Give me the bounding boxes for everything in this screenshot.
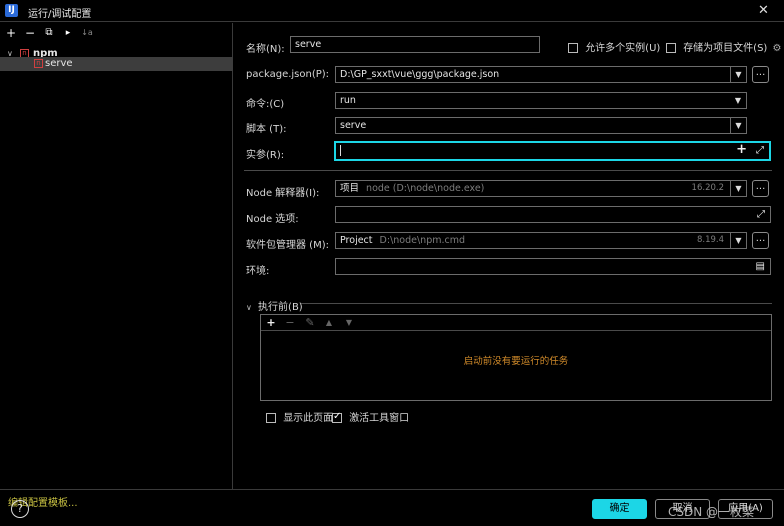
allow-multiple-label: 允许多个实例(U) — [585, 43, 661, 54]
npm-version: 8.19.4 — [696, 235, 724, 245]
browse-button[interactable]: ... — [752, 66, 769, 83]
checkbox-box[interactable] — [666, 43, 676, 53]
gear-icon[interactable]: ⚙ — [773, 43, 782, 54]
name-label: 名称(N): — [246, 44, 285, 55]
command-value: run — [340, 95, 356, 106]
activate-tool-label: 激活工具窗口 — [349, 413, 410, 424]
tree-item-serve[interactable]: n serve — [0, 57, 233, 71]
name-input[interactable]: serve — [290, 36, 540, 53]
remove-icon[interactable]: − — [23, 26, 37, 40]
chevron-down-icon[interactable]: ▼ — [730, 181, 746, 196]
chevron-down-icon[interactable]: ▼ — [730, 233, 746, 248]
env-label: 环境: — [246, 266, 270, 277]
args-input[interactable]: + ⤢ — [334, 141, 771, 161]
browse-button[interactable]: ... — [752, 180, 769, 197]
package-json-value: D:\GP_sxxt\vue\ggg\package.json — [340, 69, 500, 80]
sort-icon[interactable]: ↓a — [80, 26, 94, 40]
store-as-project-checkbox[interactable]: 存储为项目文件(S) ⚙ — [666, 39, 782, 54]
node-interpreter-combo[interactable]: 项目 node (D:\node\node.exe) 16.20.2 ▼ — [335, 180, 747, 197]
text-caret — [340, 145, 341, 156]
chevron-down-icon[interactable]: ▼ — [730, 93, 746, 108]
close-icon[interactable]: ✕ — [758, 3, 769, 18]
show-page-checkbox[interactable]: 显示此页面 — [266, 409, 333, 424]
script-value: serve — [340, 120, 367, 131]
expand-icon[interactable]: ⤢ — [757, 207, 765, 222]
script-label: 脚本 (T): — [246, 124, 287, 135]
env-input[interactable]: ▤ — [335, 258, 771, 275]
plus-icon[interactable]: + — [736, 142, 747, 157]
checkmark-icon: ✓ — [333, 411, 342, 422]
package-manager-label: 软件包管理器 (M): — [246, 240, 329, 251]
add-icon[interactable]: + — [264, 316, 278, 329]
before-launch-header[interactable]: ∨ 执行前(B) — [246, 298, 303, 313]
activate-tool-checkbox[interactable]: ✓ 激活工具窗口 — [332, 409, 409, 424]
add-icon[interactable]: + — [4, 26, 18, 40]
copy-icon[interactable]: ⧉ — [42, 26, 56, 40]
node-options-label: Node 选项: — [246, 214, 299, 225]
remove-icon[interactable]: − — [283, 316, 297, 329]
command-label: 命令:(C) — [246, 99, 285, 110]
command-combo[interactable]: run ▼ — [335, 92, 747, 109]
package-manager-prefix: Project — [340, 235, 373, 246]
package-json-label: package.json(P): — [246, 69, 330, 80]
npm-icon: n — [34, 59, 43, 68]
checkbox-box[interactable] — [266, 413, 276, 423]
help-button[interactable]: ? — [11, 500, 29, 518]
node-version: 16.20.2 — [691, 183, 724, 193]
ok-button[interactable]: 确定 — [592, 499, 647, 519]
node-options-input[interactable]: ⤢ — [335, 206, 771, 223]
package-json-combo[interactable]: D:\GP_sxxt\vue\ggg\package.json ▼ — [335, 66, 747, 83]
window-title: 运行/调试配置 — [28, 9, 92, 20]
app-icon: IJ — [5, 4, 18, 17]
task-toolbar: + − ✎ ▲ ▼ — [261, 315, 771, 331]
allow-multiple-checkbox[interactable]: 允许多个实例(U) — [568, 39, 660, 54]
chevron-down-icon[interactable]: ∨ — [246, 303, 252, 312]
config-form: 名称(N): serve 允许多个实例(U) 存储为项目文件(S) ⚙ pack… — [234, 23, 784, 489]
empty-state-text: 启动前没有要运行的任务 — [463, 356, 569, 367]
checkbox-box[interactable] — [568, 43, 578, 53]
before-launch-task-list[interactable]: + − ✎ ▲ ▼ 启动前没有要运行的任务 — [260, 314, 772, 401]
node-interpreter-path: node (D:\node\node.exe) — [366, 183, 485, 194]
move-up-icon[interactable]: ▲ — [322, 318, 336, 327]
node-interpreter-label: Node 解释器(I): — [246, 188, 320, 199]
edit-icon[interactable]: ✎ — [303, 316, 317, 329]
args-label: 实参(R): — [246, 150, 285, 161]
package-manager-combo[interactable]: Project D:\node\npm.cmd 8.19.4 ▼ — [335, 232, 747, 249]
list-icon[interactable]: ▤ — [756, 259, 765, 274]
title-bar: IJ 运行/调试配置 ✕ — [0, 0, 784, 22]
show-page-label: 显示此页面 — [283, 413, 334, 424]
browse-button[interactable]: ... — [752, 232, 769, 249]
package-manager-path: D:\node\npm.cmd — [379, 235, 466, 246]
script-combo[interactable]: serve ▼ — [335, 117, 747, 134]
move-to-folder-icon[interactable]: ▸ — [61, 26, 75, 40]
divider — [301, 303, 772, 304]
node-interpreter-prefix: 项目 — [340, 183, 360, 194]
watermark: CSDN @一枚菜 — [668, 505, 755, 519]
chevron-down-icon[interactable]: ▼ — [730, 118, 746, 133]
store-as-project-label: 存储为项目文件(S) — [683, 43, 768, 54]
checkbox-box[interactable]: ✓ — [332, 411, 342, 423]
before-launch-title: 执行前(B) — [258, 302, 303, 313]
config-tree-pane: + − ⧉ ▸ ↓a ∨ n npm n serve 编辑配置模板... — [0, 23, 233, 509]
tree-item-label: serve — [45, 58, 73, 69]
chevron-down-icon[interactable]: ▼ — [730, 67, 746, 82]
divider — [244, 170, 772, 171]
move-down-icon[interactable]: ▼ — [342, 318, 356, 327]
dialog-footer: ? 确定 取消 应用(A) — [0, 489, 784, 526]
expand-icon[interactable]: ⤢ — [756, 143, 764, 158]
